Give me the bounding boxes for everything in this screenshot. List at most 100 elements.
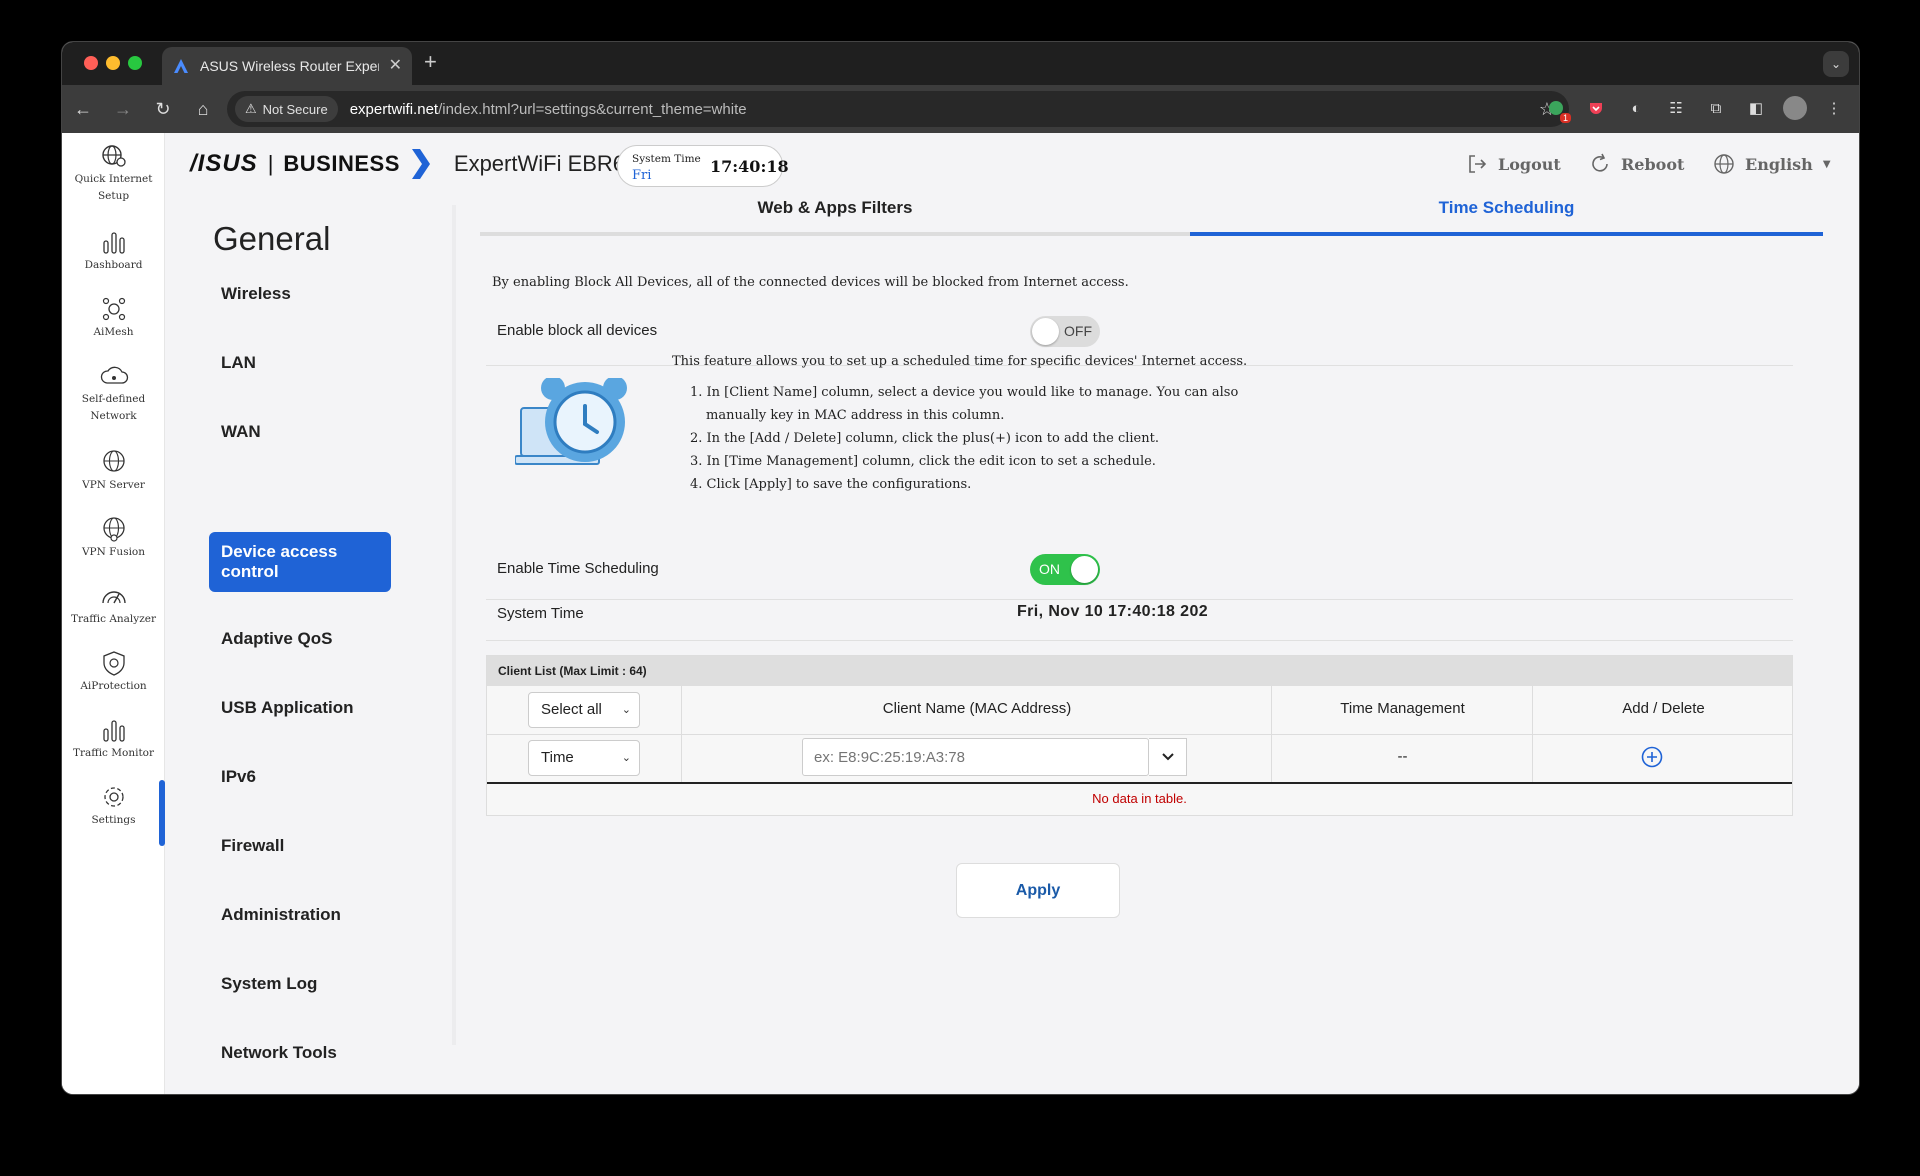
back-button[interactable]: ← bbox=[64, 90, 102, 128]
model-name: ExpertWiFi EBR63 bbox=[453, 151, 638, 176]
bar-chart-icon bbox=[102, 232, 125, 254]
block-all-toggle[interactable]: OFF bbox=[1030, 316, 1100, 347]
language-select[interactable]: English ▼ bbox=[1713, 153, 1831, 175]
menu-item-ipv6[interactable]: IPv6 bbox=[209, 747, 391, 807]
profile-avatar[interactable] bbox=[1783, 96, 1807, 120]
menu-item-lan[interactable]: LAN bbox=[209, 333, 391, 393]
extension-globe-icon[interactable]: ◐ bbox=[1623, 95, 1649, 121]
client-dropdown-button[interactable] bbox=[1149, 738, 1187, 776]
home-button[interactable]: ⌂ bbox=[184, 90, 222, 128]
vpn-server-icon bbox=[102, 450, 125, 472]
chevron-logo-icon bbox=[411, 149, 430, 179]
asus-favicon-icon bbox=[172, 57, 190, 75]
chevron-down-icon bbox=[1161, 753, 1174, 761]
client-list-table: Client List (Max Limit : 64) Select all … bbox=[486, 655, 1793, 816]
block-description: By enabling Block All Devices, all of th… bbox=[492, 275, 1129, 290]
menu-divider bbox=[452, 205, 456, 1045]
forward-button[interactable]: → bbox=[104, 90, 142, 128]
browser-menu-icon[interactable]: ⋮ bbox=[1821, 95, 1847, 121]
tab-title: ASUS Wireless Router Exper bbox=[200, 58, 379, 74]
browser-window: ASUS Wireless Router Exper ✕ + ⌄ ← → ↻ ⌂… bbox=[61, 41, 1860, 1095]
sidebar-toggle-icon[interactable]: ◧ bbox=[1743, 95, 1769, 121]
block-all-label: Enable block all devices bbox=[497, 322, 658, 339]
extension-badge: 1 bbox=[1559, 113, 1571, 123]
add-client-plus-icon[interactable] bbox=[1641, 746, 1663, 768]
menu-item-firewall[interactable]: Firewall bbox=[209, 816, 391, 876]
brand-header: /ISUS | BUSINESS ExpertWiFi EBR63 bbox=[190, 149, 638, 179]
extension-translate-icon[interactable]: ☷ bbox=[1663, 95, 1689, 121]
system-time-value: Fri, Nov 10 17:40:18 202 bbox=[1017, 603, 1209, 620]
reboot-button[interactable]: Reboot bbox=[1589, 153, 1684, 175]
tab-strip: ASUS Wireless Router Exper ✕ + ⌄ bbox=[62, 42, 1859, 85]
feature-steps: 1. In [Client Name] column, select a dev… bbox=[690, 385, 1239, 492]
tab-time-scheduling[interactable]: Time Scheduling bbox=[1190, 183, 1823, 236]
mac-address-input[interactable] bbox=[802, 738, 1149, 776]
menu-item-network-tools[interactable]: Network Tools bbox=[209, 1023, 391, 1083]
menu-item-wireless[interactable]: Wireless bbox=[209, 264, 391, 324]
globe-gear-icon bbox=[101, 145, 126, 167]
vpn-fusion-icon bbox=[102, 517, 125, 542]
menu-item-adaptive-qos[interactable]: Adaptive QoS bbox=[209, 609, 391, 669]
system-time-box: System Time Fri 17:40:18 bbox=[617, 145, 789, 187]
menu-item-device-access-control[interactable]: Device access control bbox=[209, 532, 391, 592]
time-management-value: -- bbox=[1397, 748, 1408, 765]
menu-item-usb-application[interactable]: USB Application bbox=[209, 678, 391, 738]
menu-title: General bbox=[213, 220, 331, 257]
nav-self-defined-network[interactable]: Self-defined Network bbox=[62, 363, 165, 425]
logout-icon bbox=[1469, 155, 1487, 173]
tab-search-button[interactable]: ⌄ bbox=[1823, 51, 1849, 77]
apply-button[interactable]: Apply bbox=[956, 863, 1120, 918]
reload-button[interactable]: ↻ bbox=[144, 90, 182, 128]
chevron-down-icon: ⌄ bbox=[621, 704, 631, 716]
nav-traffic-monitor[interactable]: Traffic Monitor bbox=[62, 717, 165, 762]
header-client-name: Client Name (MAC Address) bbox=[882, 700, 1072, 717]
row-mode-dropdown[interactable]: Time ⌄ bbox=[528, 740, 640, 776]
url-text[interactable]: expertwifi.net/index.html?url=settings&c… bbox=[350, 101, 1539, 118]
asus-logo: /ISUS bbox=[190, 150, 258, 177]
globe-icon bbox=[1714, 154, 1734, 174]
extensions-puzzle-icon[interactable]: ⧉ bbox=[1703, 95, 1729, 121]
nav-dashboard[interactable]: Dashboard bbox=[62, 229, 165, 274]
mesh-icon bbox=[102, 297, 125, 321]
new-tab-button[interactable]: + bbox=[424, 51, 437, 73]
browser-toolbar: ← → ↻ ⌂ ⚠ Not Secure expertwifi.net/inde… bbox=[62, 85, 1859, 133]
menu-item-system-log[interactable]: System Log bbox=[209, 954, 391, 1014]
address-bar[interactable]: ⚠ Not Secure expertwifi.net/index.html?u… bbox=[227, 91, 1569, 127]
reboot-icon bbox=[1592, 153, 1608, 172]
system-time-label: System Time bbox=[497, 605, 584, 622]
client-list-title: Client List (Max Limit : 64) bbox=[487, 656, 1792, 686]
browser-tab[interactable]: ASUS Wireless Router Exper ✕ bbox=[162, 47, 412, 85]
caret-down-icon: ▼ bbox=[1822, 158, 1831, 170]
menu-item-administration[interactable]: Administration bbox=[209, 885, 391, 945]
time-scheduling-toggle[interactable]: ON bbox=[1030, 554, 1100, 585]
nav-vpn-server[interactable]: VPN Server bbox=[62, 449, 165, 494]
gear-icon bbox=[103, 787, 124, 807]
select-all-dropdown[interactable]: Select all ⌄ bbox=[528, 692, 640, 728]
device-access-content: Web & Apps Filters Time Scheduling By en… bbox=[480, 183, 1832, 1083]
content-tabs: Web & Apps Filters Time Scheduling bbox=[480, 183, 1823, 236]
nav-traffic-analyzer[interactable]: Traffic Analyzer bbox=[62, 583, 165, 628]
bar-chart-icon bbox=[102, 720, 125, 742]
not-secure-chip[interactable]: ⚠ Not Secure bbox=[235, 96, 338, 122]
maximize-window-button[interactable] bbox=[128, 56, 142, 70]
nav-aiprotection[interactable]: AiProtection bbox=[62, 650, 165, 695]
logout-button[interactable]: Logout bbox=[1466, 153, 1561, 175]
extension-green-icon[interactable]: 1 bbox=[1543, 95, 1571, 123]
tab-close-icon[interactable]: ✕ bbox=[389, 58, 402, 74]
minimize-window-button[interactable] bbox=[106, 56, 120, 70]
nav-vpn-fusion[interactable]: VPN Fusion bbox=[62, 516, 165, 561]
time-scheduling-label: Enable Time Scheduling bbox=[497, 560, 659, 577]
nav-aimesh[interactable]: AiMesh bbox=[62, 296, 165, 341]
business-label: BUSINESS bbox=[283, 151, 400, 176]
feature-intro: This feature allows you to set up a sche… bbox=[672, 354, 1248, 369]
pocket-icon[interactable] bbox=[1583, 95, 1609, 121]
warning-icon: ⚠ bbox=[245, 101, 257, 116]
header-add-delete: Add / Delete bbox=[1622, 700, 1705, 717]
active-nav-indicator bbox=[159, 780, 165, 846]
close-window-button[interactable] bbox=[84, 56, 98, 70]
nav-quick-internet-setup[interactable]: Quick Internet Setup bbox=[62, 143, 165, 205]
shield-icon bbox=[102, 651, 125, 676]
tab-web-apps-filters[interactable]: Web & Apps Filters bbox=[480, 183, 1190, 236]
nav-settings[interactable]: Settings bbox=[62, 784, 165, 829]
menu-item-wan[interactable]: WAN bbox=[209, 402, 391, 462]
